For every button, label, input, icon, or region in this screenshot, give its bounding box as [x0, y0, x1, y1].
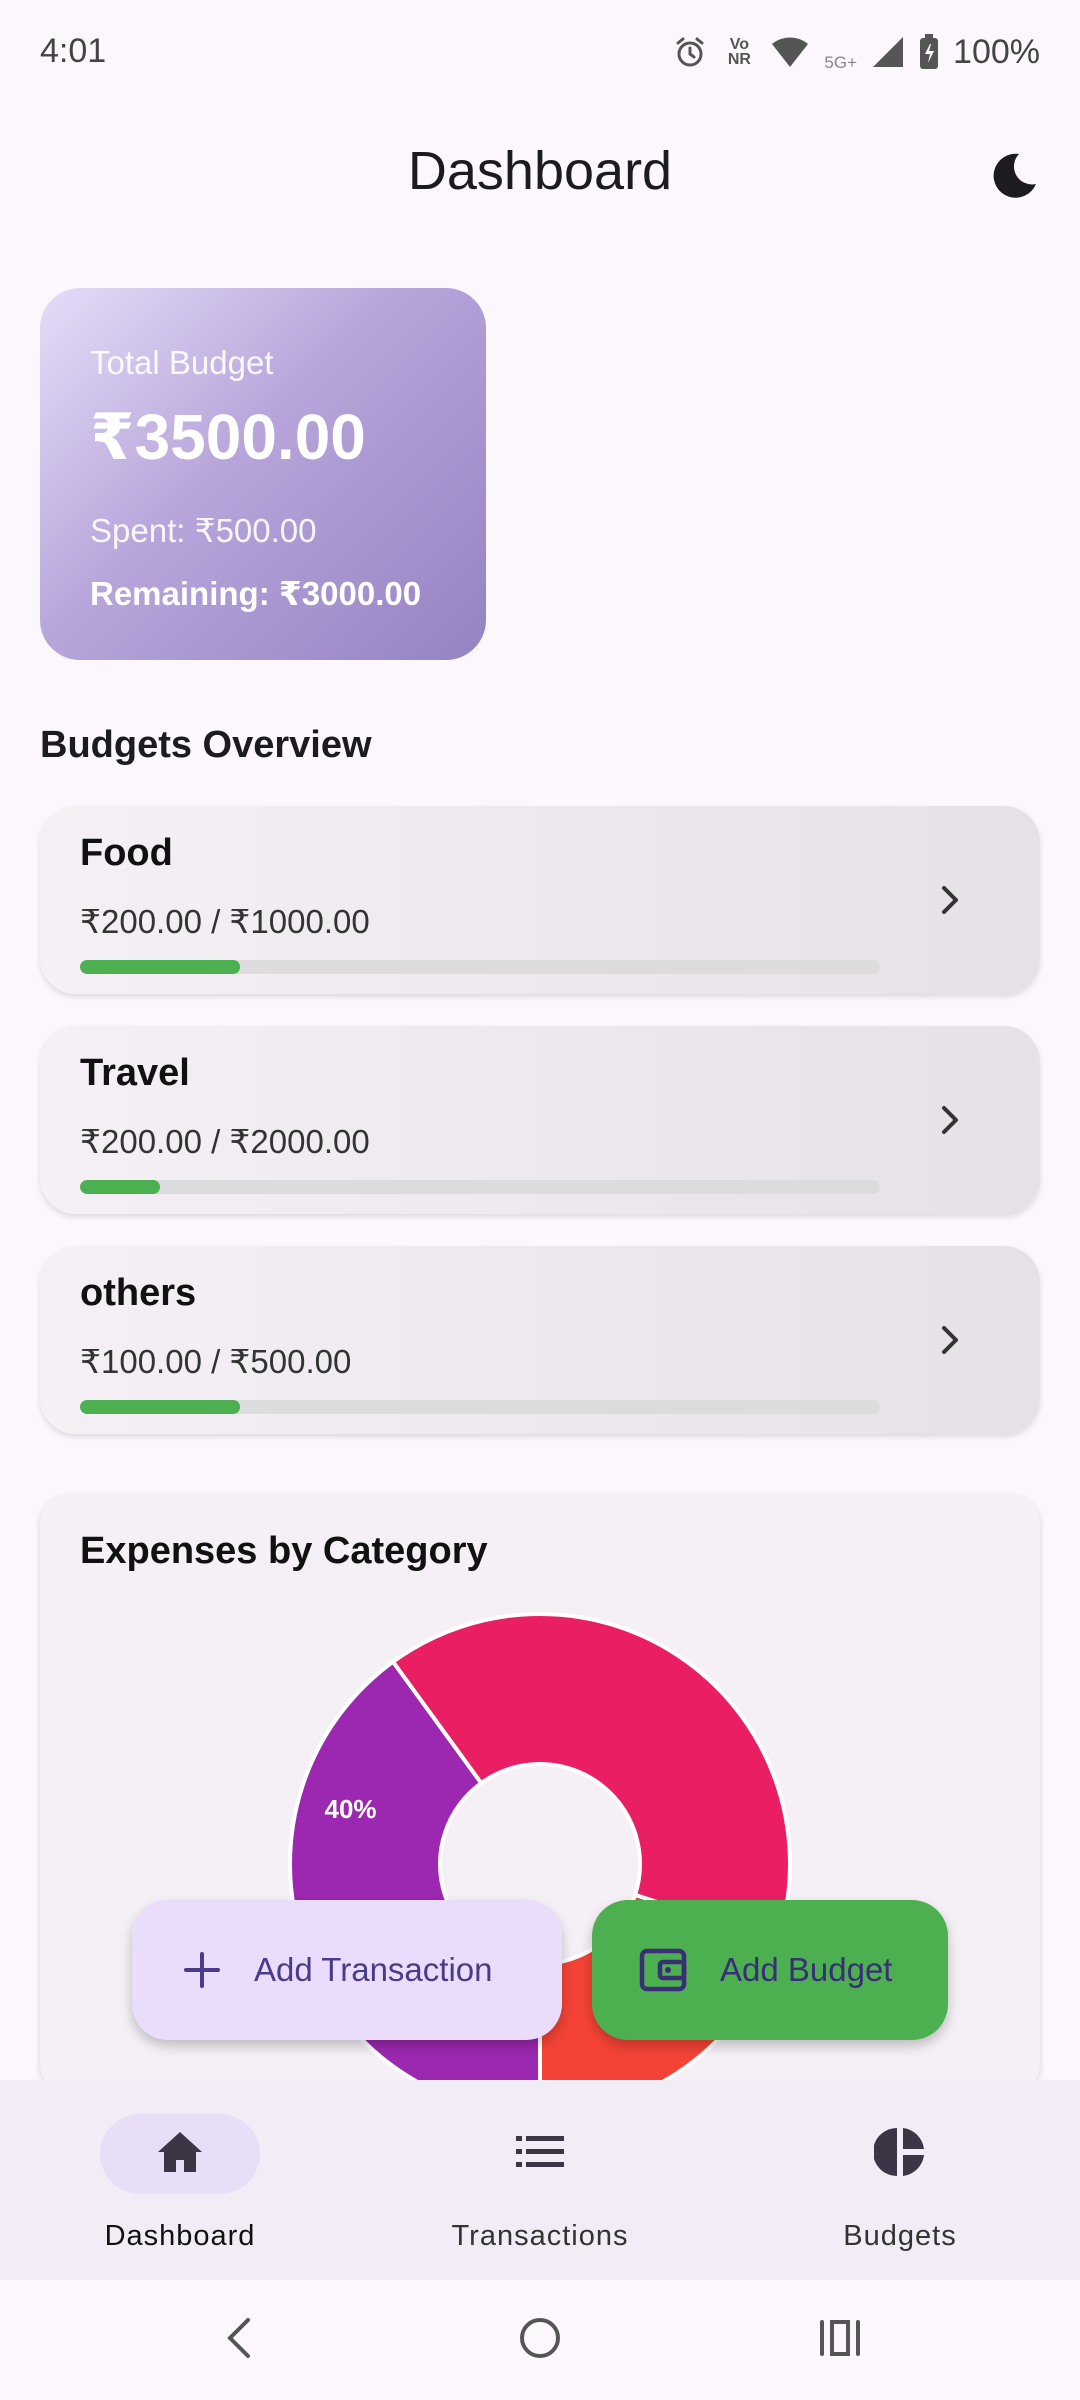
network-type-label: 5G+ — [824, 53, 858, 72]
budget-progress-fill — [80, 1180, 160, 1194]
budget-progress-fill — [80, 960, 240, 974]
nav-item-transactions[interactable]: Transactions — [390, 2080, 690, 2280]
back-button[interactable] — [210, 2310, 270, 2370]
screen: 4:01 Vo NR 5G+ 100% Dashboard Total Budg… — [0, 0, 1080, 2400]
plus-icon — [182, 1950, 222, 1990]
nav-label: Dashboard — [104, 2220, 256, 2252]
total-budget-card: Total Budget ₹3500.00 Spent: ₹500.00 Rem… — [40, 288, 486, 660]
pie-chart-icon — [873, 2126, 926, 2183]
budget-item-amount: ₹100.00 / ₹500.00 — [80, 1343, 352, 1380]
recents-button[interactable] — [810, 2310, 870, 2370]
nav-item-dashboard[interactable]: Dashboard — [30, 2080, 330, 2280]
alarm-icon — [672, 34, 708, 70]
status-icons: Vo NR 5G+ 100% — [672, 30, 1040, 74]
budgets-overview-title: Budgets Overview — [40, 724, 372, 766]
add-transaction-button[interactable]: Add Transaction — [132, 1900, 562, 2040]
budget-item-travel[interactable]: Travel ₹200.00 / ₹2000.00 — [40, 1026, 1040, 1214]
home-button[interactable] — [510, 2310, 570, 2370]
back-icon — [220, 2316, 260, 2365]
moon-icon — [989, 151, 1039, 206]
spent-amount: Spent: ₹500.00 — [90, 512, 317, 549]
chevron-right-icon — [930, 1320, 970, 1365]
pie-slice-label: 40% — [325, 1794, 377, 1824]
page-title: Dashboard — [407, 141, 673, 201]
nav-label: Transactions — [451, 2220, 629, 2252]
budget-progress-bar — [80, 1180, 880, 1194]
remaining-amount: Remaining: ₹3000.00 — [90, 575, 422, 612]
battery-percentage: 100% — [953, 32, 1040, 71]
budget-item-amount: ₹200.00 / ₹1000.00 — [80, 903, 370, 940]
volte-icon: Vo NR — [727, 36, 751, 68]
budget-progress-fill — [80, 1400, 240, 1414]
chevron-right-icon — [930, 880, 970, 925]
wifi-icon — [770, 35, 810, 69]
theme-toggle-button[interactable] — [986, 150, 1042, 206]
recents-icon — [818, 2318, 862, 2363]
chevron-right-icon — [930, 1100, 970, 1145]
budget-item-name: others — [80, 1272, 197, 1314]
budget-progress-bar — [80, 1400, 880, 1414]
budget-item-amount: ₹200.00 / ₹2000.00 — [80, 1123, 370, 1160]
home-circle-icon — [518, 2316, 562, 2365]
total-budget-label: Total Budget — [90, 344, 274, 381]
nav-indicator — [820, 2114, 980, 2194]
signal-icon — [871, 35, 905, 69]
budget-item-name: Travel — [80, 1052, 190, 1094]
budget-item-food[interactable]: Food ₹200.00 / ₹1000.00 — [40, 806, 1040, 994]
budget-item-others[interactable]: others ₹100.00 / ₹500.00 — [40, 1246, 1040, 1434]
budget-progress-bar — [80, 960, 880, 974]
battery-charging-icon — [919, 34, 939, 70]
add-budget-label: Add Budget — [720, 1951, 893, 1988]
status-bar: 4:01 Vo NR 5G+ 100% — [0, 0, 1080, 100]
wallet-icon — [638, 1945, 688, 1995]
nav-indicator — [460, 2114, 620, 2194]
bottom-navigation: Dashboard Transactions Budgets — [0, 2080, 1080, 2280]
home-icon — [156, 2130, 204, 2179]
add-budget-button[interactable]: Add Budget — [592, 1900, 948, 2040]
status-time: 4:01 — [40, 32, 107, 70]
system-navigation-bar — [0, 2280, 1080, 2400]
budget-item-name: Food — [80, 832, 173, 874]
nav-label: Budgets — [843, 2220, 957, 2252]
list-icon — [516, 2134, 564, 2175]
add-transaction-label: Add Transaction — [254, 1951, 493, 1988]
nav-indicator — [100, 2114, 260, 2194]
total-budget-amount: ₹3500.00 — [90, 401, 366, 473]
nav-item-budgets[interactable]: Budgets — [750, 2080, 1050, 2280]
